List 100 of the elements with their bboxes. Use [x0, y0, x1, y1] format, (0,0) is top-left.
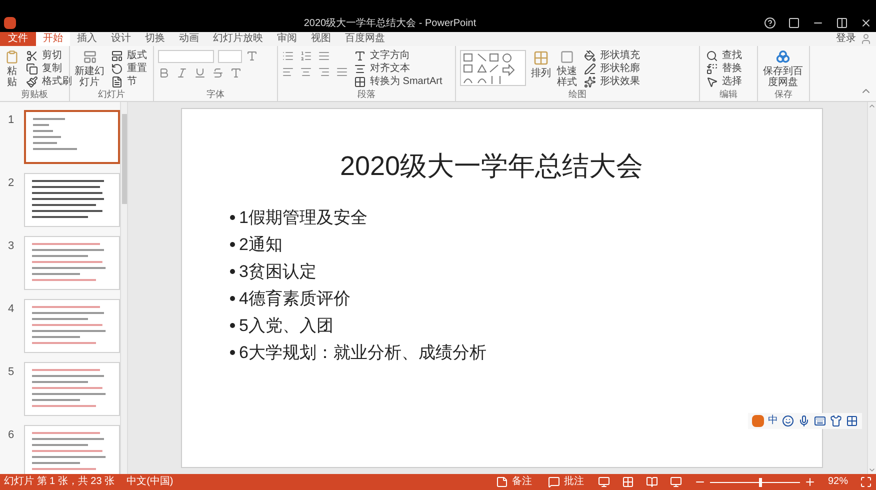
- ribbon-tab[interactable]: 幻灯片放映: [206, 32, 270, 46]
- group-label: 字体: [206, 90, 224, 99]
- copy-button[interactable]: 复制: [24, 62, 74, 76]
- align-text-button[interactable]: 对齐文本: [352, 62, 444, 76]
- line-spacing-icon[interactable]: [318, 50, 330, 62]
- input-mode-button[interactable]: 中: [768, 416, 778, 426]
- font-size-field[interactable]: [218, 50, 242, 63]
- sign-in-link[interactable]: 登录: [836, 32, 856, 46]
- slide-number: 2: [8, 176, 16, 191]
- align-icon: [354, 63, 366, 75]
- replace-icon: [706, 63, 718, 75]
- zoom-level-text[interactable]: 92%: [828, 477, 848, 487]
- ribbon-tab[interactable]: 设计: [104, 32, 138, 46]
- align-center-icon[interactable]: [300, 66, 312, 78]
- reset-icon: [111, 63, 123, 75]
- ribbon-tab[interactable]: 审阅: [270, 32, 304, 46]
- numbering-icon[interactable]: [300, 50, 312, 62]
- group-label: 幻灯片: [98, 90, 125, 99]
- replace-button[interactable]: 替换: [704, 62, 744, 76]
- note-icon: [496, 476, 508, 488]
- strikethrough-icon[interactable]: [212, 67, 224, 79]
- ribbon-tab[interactable]: 插入: [70, 32, 104, 46]
- bullet-text: 3贫困认定: [239, 260, 316, 282]
- format-painter-button[interactable]: 格式刷: [24, 75, 74, 88]
- quick-styles-button[interactable]: 快速样式: [556, 50, 578, 88]
- notes-button[interactable]: 备注: [494, 474, 534, 490]
- clipboard-icon: [4, 50, 20, 64]
- italic-icon[interactable]: [176, 67, 188, 79]
- ribbon-tab[interactable]: 动画: [172, 32, 206, 46]
- shape-effects-button[interactable]: 形状效果: [582, 75, 642, 88]
- zoom-slider-thumb[interactable]: [759, 478, 762, 486]
- user-avatar-icon[interactable]: [860, 33, 872, 45]
- slide-number: 4: [8, 302, 16, 317]
- underline-icon[interactable]: [194, 67, 206, 79]
- shape-outline-button[interactable]: 形状轮廓: [582, 62, 642, 76]
- ribbon-tab[interactable]: 开始: [36, 32, 70, 46]
- bullet-text: 1假期管理及安全: [239, 206, 368, 228]
- ribbon-tab[interactable]: 视图: [304, 32, 338, 46]
- document-icon: [111, 76, 123, 88]
- new-slide-button[interactable]: 新建幻灯片: [74, 50, 105, 88]
- slide-number: 5: [8, 365, 16, 380]
- ribbon-tab[interactable]: 切换: [138, 32, 172, 46]
- ribbon-tab[interactable]: 百度网盘: [338, 32, 392, 46]
- comments-button[interactable]: 批注: [546, 474, 586, 490]
- fit-slide-icon[interactable]: [860, 476, 872, 488]
- smartart-button[interactable]: 转换为 SmartArt: [352, 75, 444, 88]
- slide-sorter-icon[interactable]: [622, 476, 634, 488]
- layout-button[interactable]: 版式: [109, 50, 149, 63]
- ime-logo-icon[interactable]: [752, 415, 764, 427]
- bullet-text: 2通知: [239, 234, 282, 256]
- shape-fill-button[interactable]: 形状填充: [582, 50, 642, 63]
- slide-thumbnail[interactable]: [24, 110, 120, 164]
- slide-layout-icon: [82, 50, 98, 64]
- thumbnail-drawing: [33, 118, 77, 150]
- text-direction-button[interactable]: 文字方向: [352, 50, 444, 63]
- shirt-icon[interactable]: [830, 415, 842, 427]
- comment-icon: [548, 476, 560, 488]
- reading-view-icon[interactable]: [646, 476, 658, 488]
- group-label: 段落: [358, 90, 376, 99]
- group-label: 剪贴板: [21, 90, 48, 99]
- scrollbar[interactable]: [120, 102, 128, 474]
- justify-icon[interactable]: [336, 66, 348, 78]
- reset-button[interactable]: 重置: [109, 62, 149, 76]
- shapes-gallery-icon[interactable]: [460, 50, 526, 86]
- bullet-text: 5入党、入团: [239, 314, 334, 336]
- pointer-icon: [706, 76, 718, 88]
- grid-icon: [354, 76, 366, 88]
- bold-icon[interactable]: [158, 67, 170, 79]
- close-icon[interactable]: [860, 17, 872, 29]
- cut-button[interactable]: 剪切: [24, 50, 74, 63]
- bullet-text: 6大学规划：就业分析、成绩分析: [239, 342, 486, 364]
- font-size-icon[interactable]: [246, 50, 258, 62]
- save-to-cloud-button[interactable]: 保存到百度网盘: [762, 50, 804, 88]
- layout-icon: [111, 50, 123, 62]
- find-button[interactable]: 查找: [704, 50, 744, 63]
- arrange-icon: [533, 50, 549, 66]
- scroll-down-icon[interactable]: [868, 466, 876, 474]
- section-button[interactable]: 节: [109, 75, 149, 88]
- help-icon[interactable]: [764, 17, 776, 29]
- file-tab[interactable]: 文件: [0, 32, 36, 46]
- keyboard-icon[interactable]: [814, 415, 826, 427]
- align-left-icon[interactable]: [282, 66, 294, 78]
- font-name-field[interactable]: [158, 50, 214, 63]
- bullet-icon: [230, 323, 235, 328]
- font-color-icon[interactable]: [230, 67, 242, 79]
- microphone-icon[interactable]: [798, 415, 810, 427]
- scroll-up-icon[interactable]: [868, 102, 876, 110]
- ribbon-display-icon[interactable]: [788, 17, 800, 29]
- thumbnail-drawing: [32, 180, 104, 218]
- select-button[interactable]: 选择: [704, 75, 744, 88]
- group-label: 保存: [774, 90, 792, 99]
- align-right-icon[interactable]: [318, 66, 330, 78]
- emoji-icon[interactable]: [782, 415, 794, 427]
- restore-icon[interactable]: [836, 17, 848, 29]
- slideshow-icon[interactable]: [670, 476, 682, 488]
- bullet-icon: [230, 296, 235, 301]
- bullet-icon: [230, 269, 235, 274]
- arrange-button[interactable]: 排列: [530, 50, 552, 88]
- paste-button[interactable]: 粘贴: [4, 50, 20, 88]
- zoom-in-icon[interactable]: [804, 476, 816, 488]
